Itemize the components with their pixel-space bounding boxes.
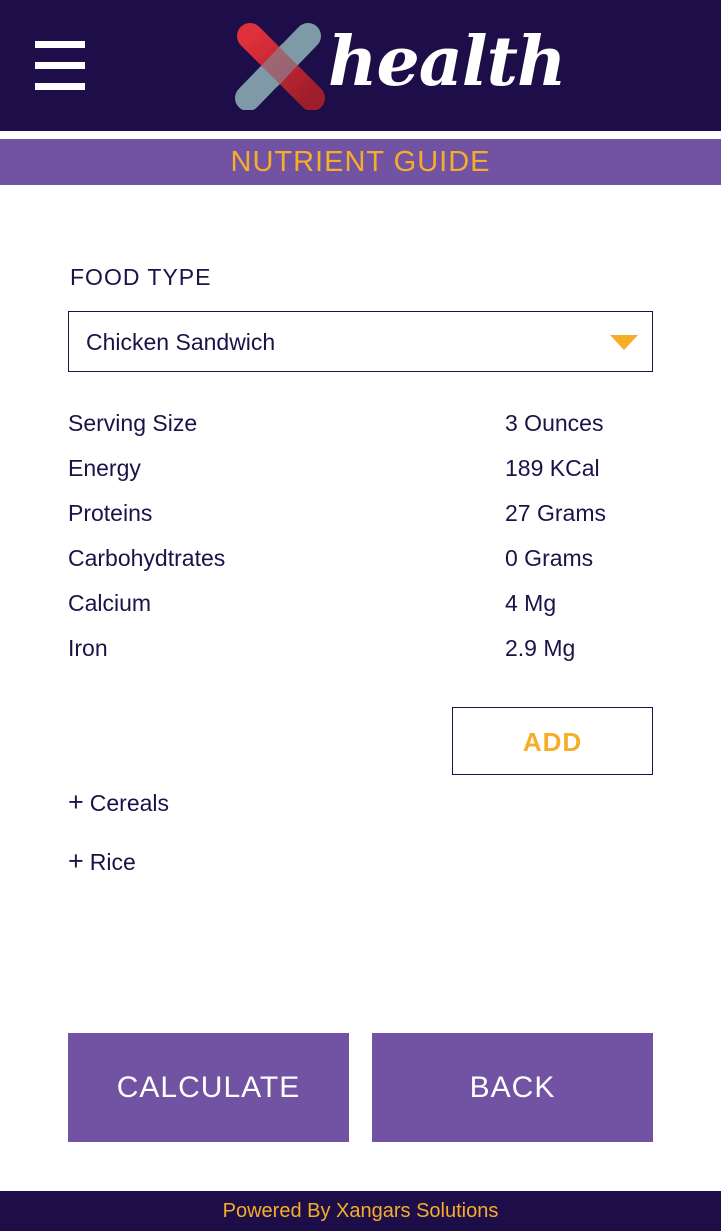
nutrient-row: Carbohydtrates 0 Grams <box>68 543 653 588</box>
nutrient-name: Calcium <box>68 590 152 616</box>
nutrient-row: Proteins 27 Grams <box>68 498 653 543</box>
app-header: health <box>0 0 721 131</box>
category-rice[interactable]: + Rice <box>68 846 136 877</box>
nutrient-value: 3 Ounces <box>505 410 604 436</box>
nutrient-name: Energy <box>68 455 141 481</box>
nutrient-name: Carbohydtrates <box>68 545 226 571</box>
nutrient-name: Serving Size <box>68 410 198 436</box>
category-cereals[interactable]: + Cereals <box>68 787 169 818</box>
category-label: Rice <box>89 849 136 875</box>
nutrient-value: 189 KCal <box>505 455 600 481</box>
add-button-label: ADD <box>522 727 583 757</box>
footer-text: Powered By Xangars Solutions <box>222 1200 499 1222</box>
category-label: Cereals <box>89 790 170 816</box>
nutrient-value: 27 Grams <box>505 500 606 526</box>
food-type-select[interactable]: Chicken Sandwich <box>68 311 653 372</box>
x-logo-icon <box>235 23 325 110</box>
nutrient-name: Proteins <box>68 500 153 526</box>
nutrient-value: 2.9 Mg <box>505 635 576 661</box>
title-bar: NUTRIENT GUIDE <box>0 139 721 185</box>
nutrient-name: Iron <box>68 635 108 661</box>
nutrient-row: Energy 189 KCal <box>68 453 653 498</box>
page-title: NUTRIENT GUIDE <box>230 146 491 178</box>
plus-icon: + <box>68 846 84 876</box>
header-divider <box>0 131 721 139</box>
nutrient-row: Iron 2.9 Mg <box>68 633 653 678</box>
back-button[interactable]: BACK <box>372 1033 653 1142</box>
plus-icon: + <box>68 787 84 817</box>
xhealth-logo: health <box>232 20 566 110</box>
nutrient-row: Calcium 4 Mg <box>68 588 653 633</box>
food-type-label: FOOD TYPE <box>70 264 212 290</box>
nutrient-value: 4 Mg <box>505 590 557 616</box>
calculate-button[interactable]: CALCULATE <box>68 1033 349 1142</box>
footer: Powered By Xangars Solutions <box>0 1191 721 1231</box>
hamburger-menu-icon[interactable] <box>35 41 85 91</box>
triangle-down-icon[interactable] <box>610 335 638 350</box>
nutrient-row: Serving Size 3 Ounces <box>68 408 653 453</box>
back-button-label: BACK <box>469 1071 556 1104</box>
nutrient-list: Serving Size 3 Ounces Energy 189 KCal Pr… <box>68 408 653 678</box>
logo-text: health <box>328 22 566 102</box>
calculate-button-label: CALCULATE <box>116 1071 301 1104</box>
food-type-value: Chicken Sandwich <box>86 329 276 355</box>
nutrient-value: 0 Grams <box>505 545 594 571</box>
add-button[interactable]: ADD <box>452 707 653 775</box>
